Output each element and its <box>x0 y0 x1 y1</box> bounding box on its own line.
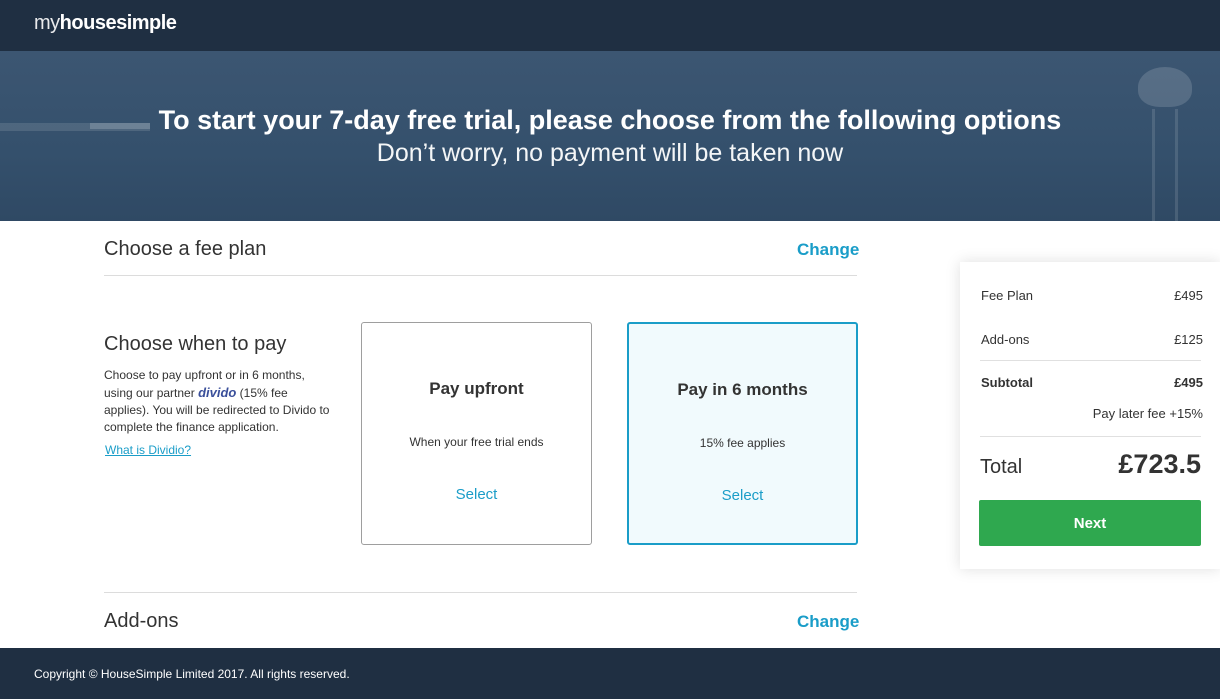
pay-later-fee-value: +15% <box>1169 406 1203 421</box>
section-divider <box>104 275 857 276</box>
footer: Copyright © HouseSimple Limited 2017. Al… <box>0 648 1220 699</box>
footer-copyright: Copyright © HouseSimple Limited 2017. Al… <box>34 667 350 681</box>
logo-housesimple: housesimple <box>59 12 177 34</box>
order-summary-panel: Fee Plan £495 Add-ons £125 Subtotal £495… <box>960 262 1220 569</box>
option-description: 15% fee applies <box>699 436 786 450</box>
hero-title: To start your 7-day free trial, please c… <box>158 105 1062 135</box>
when-to-pay-title: Choose when to pay <box>104 333 287 355</box>
housesimple-logo[interactable]: myhousesimple <box>34 12 177 35</box>
logo-my: my <box>34 12 60 34</box>
total-value: £723.5 <box>1118 449 1201 479</box>
what-is-divido-link[interactable]: What is Dividio? <box>105 443 191 457</box>
fee-plan-title: Choose a fee plan <box>104 238 267 260</box>
pay-upfront-option[interactable]: Pay upfront When your free trial ends Se… <box>361 322 592 545</box>
divido-logo: divido <box>198 385 237 400</box>
pay-later-fee-row: Pay later fee +15% <box>1093 406 1203 421</box>
option-select-button[interactable]: Select <box>362 486 591 503</box>
next-button[interactable]: Next <box>979 500 1201 546</box>
summary-fee-plan-value: £495 <box>1174 288 1203 303</box>
summary-addons-value: £125 <box>1174 332 1203 347</box>
option-title: Pay in 6 months <box>677 380 808 399</box>
total-label: Total <box>980 456 1023 478</box>
summary-divider <box>980 360 1201 361</box>
section-divider <box>104 592 857 593</box>
pay-later-fee-label: Pay later fee <box>1092 406 1166 421</box>
pay-in-6-months-option[interactable]: Pay in 6 months 15% fee applies Select <box>627 322 858 545</box>
summary-fee-plan-row: Fee Plan £495 <box>981 288 1203 303</box>
option-title: Pay upfront <box>429 379 524 398</box>
hero-subtitle: Don’t worry, no payment will be taken no… <box>376 139 844 167</box>
hero-banner: To start your 7-day free trial, please c… <box>0 51 1220 221</box>
addons-change-link[interactable]: Change <box>797 612 859 632</box>
summary-subtotal-value: £495 <box>1174 375 1203 390</box>
option-select-button[interactable]: Select <box>629 487 856 504</box>
fee-plan-change-link[interactable]: Change <box>797 240 859 260</box>
summary-subtotal-row: Subtotal £495 <box>981 375 1203 390</box>
hero-plant-decoration <box>1138 67 1192 107</box>
option-description: When your free trial ends <box>409 435 544 449</box>
summary-addons-row: Add-ons £125 <box>981 332 1203 347</box>
summary-subtotal-label: Subtotal <box>981 375 1033 390</box>
addons-title: Add-ons <box>104 610 179 632</box>
top-bar: myhousesimple <box>0 0 1220 51</box>
summary-divider <box>980 436 1201 437</box>
summary-addons-label: Add-ons <box>981 332 1030 347</box>
summary-fee-plan-label: Fee Plan <box>981 288 1034 303</box>
when-to-pay-description: Choose to pay upfront or in 6 months, us… <box>104 367 332 436</box>
